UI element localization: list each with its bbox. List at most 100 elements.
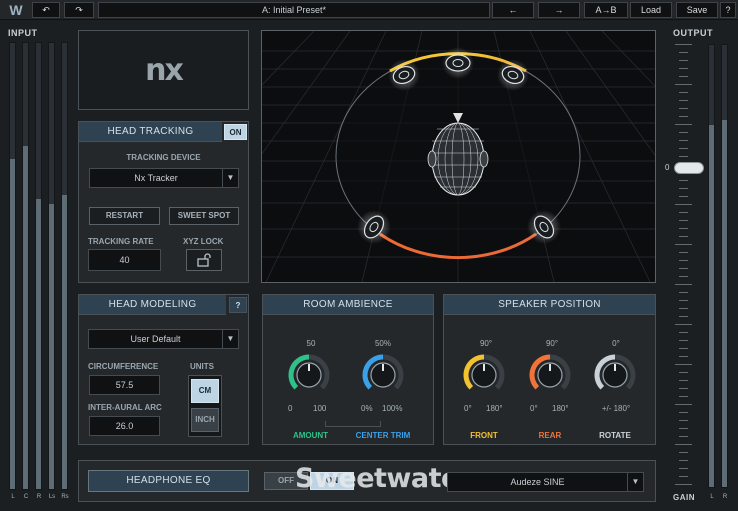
save-button[interactable]: Save: [676, 2, 718, 18]
ab-compare-button[interactable]: A→B: [584, 2, 628, 18]
gain-scale-tick: [679, 212, 688, 213]
gain-scale-tick: [675, 244, 692, 245]
load-button[interactable]: Load: [630, 2, 672, 18]
help-button[interactable]: ?: [720, 2, 736, 18]
redo-button[interactable]: ↷: [64, 2, 94, 18]
visualizer-canvas: [71, 30, 738, 283]
xyz-lock-button[interactable]: [186, 249, 222, 271]
gain-scale-tick: [679, 196, 688, 197]
gain-scale-tick: [679, 380, 688, 381]
head-profile-dropdown[interactable]: User Default ▼: [88, 329, 239, 349]
input-meter-fill: [10, 158, 15, 489]
input-meter-fill: [23, 145, 28, 489]
gain-scale-tick: [679, 228, 688, 229]
gain-scale-tick: [679, 396, 688, 397]
next-preset-button[interactable]: →: [538, 2, 580, 18]
units-cm-button[interactable]: CM: [191, 379, 219, 403]
preset-name-field[interactable]: A: Initial Preset*: [98, 2, 490, 18]
gain-scale-tick: [675, 84, 692, 85]
speaker-front-left[interactable]: [388, 59, 420, 91]
headphone-model-value: Audeze SINE: [510, 477, 565, 487]
nx-logo: nx: [145, 53, 184, 88]
headphone-model-dropdown[interactable]: Audeze SINE ▼: [447, 472, 644, 492]
prev-preset-button[interactable]: ←: [492, 2, 534, 18]
knob-graphic: [529, 354, 571, 390]
gain-scale-tick: [675, 364, 692, 365]
front-knob[interactable]: [460, 351, 508, 399]
output-meter-fill: [722, 120, 727, 487]
rotate-knob[interactable]: [591, 351, 639, 399]
units-inch-button[interactable]: INCH: [191, 408, 219, 432]
chevron-down-icon: ▼: [222, 169, 238, 187]
output-meter-l: [708, 44, 715, 488]
input-meter-l: [9, 42, 16, 490]
speaker-visualizer[interactable]: [71, 30, 738, 283]
sweet-spot-button[interactable]: SWEET SPOT: [169, 207, 239, 225]
speaker-rear-right[interactable]: [527, 210, 561, 244]
rear-min: 0°: [530, 404, 538, 413]
knob-graphic: [362, 354, 404, 390]
gain-scale-tick: [679, 276, 688, 277]
center-trim-min: 0%: [361, 404, 373, 413]
restart-button[interactable]: RESTART: [89, 207, 160, 225]
headphone-eq-panel: HEADPHONE EQ OFF ON Sweetwater Audeze SI…: [78, 460, 656, 502]
speaker-front-right[interactable]: [497, 59, 529, 91]
gain-scale-tick: [679, 188, 688, 189]
nx-logo-panel: nx: [78, 30, 249, 110]
head-profile-value: User Default: [130, 334, 181, 344]
gain-scale-tick: [679, 52, 688, 53]
room-ambience-panel: ROOM AMBIENCE 50 0 100 AMOUNT 50% 0% 100…: [262, 294, 434, 445]
gain-scale-tick: [679, 92, 688, 93]
gain-scale-tick: [679, 460, 688, 461]
head-modeling-help-button[interactable]: ?: [229, 297, 247, 313]
gain-fader-handle[interactable]: [674, 162, 704, 175]
gain-scale-tick: [675, 484, 692, 485]
gain-scale-tick: [679, 140, 688, 141]
tracking-rate-label: TRACKING RATE: [88, 237, 154, 246]
gain-scale-tick: [679, 316, 688, 317]
chevron-down-icon: ▼: [222, 330, 238, 348]
amount-label: AMOUNT: [292, 431, 329, 440]
inter-aural-arc-field[interactable]: 26.0: [89, 416, 160, 436]
gain-scale-tick: [679, 292, 688, 293]
gain-scale-tick: [675, 404, 692, 405]
gain-scale-tick: [679, 180, 688, 181]
tracking-rate-field[interactable]: 40: [88, 249, 161, 271]
rear-knob[interactable]: [526, 351, 574, 399]
speaker-rear-left[interactable]: [357, 210, 391, 244]
knob-link-bracket: [325, 421, 381, 427]
inter-aural-arc-label: INTER-AURAL ARC: [88, 403, 162, 412]
gain-scale-tick: [675, 124, 692, 125]
arrow-left-icon: ←: [508, 5, 518, 15]
input-meter-c: [22, 42, 29, 490]
input-meter-rs: [61, 42, 68, 490]
gain-scale-tick: [679, 436, 688, 437]
output-meter-fill: [709, 124, 714, 487]
rotate-value: 0°: [612, 339, 620, 348]
redo-icon: ↷: [75, 5, 83, 15]
gain-scale-tick: [679, 300, 688, 301]
gain-scale-tick: [679, 100, 688, 101]
center-trim-value: 50%: [374, 339, 391, 348]
gain-scale-tick: [679, 252, 688, 253]
amount-min: 0: [288, 404, 293, 413]
circumference-field[interactable]: 57.5: [89, 375, 160, 395]
center-trim-label: CENTER TRIM: [355, 431, 411, 440]
tracking-device-dropdown[interactable]: Nx Tracker ▼: [89, 168, 239, 188]
speaker-position-title: SPEAKER POSITION: [444, 295, 655, 315]
input-title: INPUT: [8, 28, 38, 38]
gain-scale-tick: [679, 220, 688, 221]
undo-button[interactable]: ↶: [32, 2, 60, 18]
room-ambience-title: ROOM AMBIENCE: [263, 295, 433, 315]
speaker-center[interactable]: [442, 47, 474, 79]
head-modeling-panel: HEAD MODELING ? User Default ▼ CIRCUMFER…: [78, 294, 249, 445]
gain-label: GAIN: [673, 493, 695, 502]
center-trim-knob[interactable]: [359, 351, 407, 399]
front-min: 0°: [464, 404, 472, 413]
input-channel-label: C: [23, 494, 29, 500]
input-channel-label: L: [11, 494, 15, 500]
amount-knob[interactable]: [285, 351, 333, 399]
sweetwater-watermark: Sweetwater: [295, 463, 472, 494]
gain-scale-tick: [679, 76, 688, 77]
head-tracking-on-toggle[interactable]: ON: [224, 124, 247, 140]
